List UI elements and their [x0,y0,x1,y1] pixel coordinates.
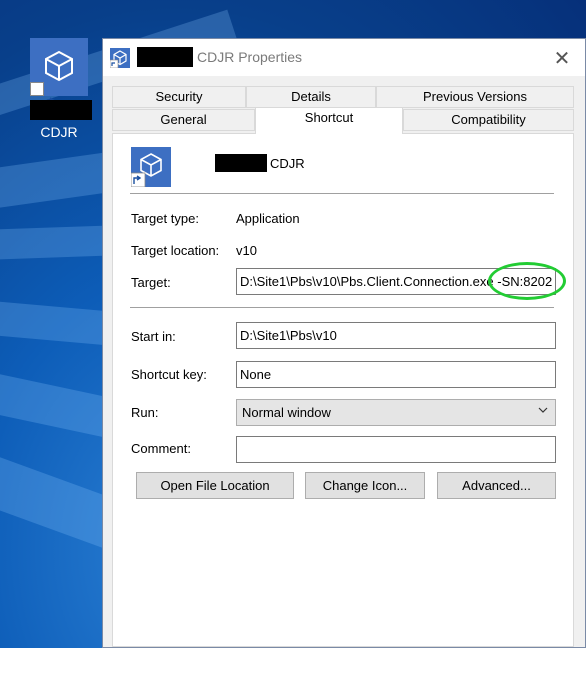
open-file-location-button[interactable]: Open File Location [136,472,294,499]
tab-details[interactable]: Details [246,86,376,108]
properties-dialog: CDJR Properties ✕ Security Details Previ… [102,38,586,648]
screen: CDJR CDJR Properties ✕ Security Details … [0,0,586,678]
dialog-title: CDJR Properties [197,49,303,65]
redacted-title [137,47,193,67]
target-type-value: Application [236,211,300,226]
close-button[interactable]: ✕ [545,43,579,73]
tab-compatibility[interactable]: Compatibility [403,109,574,131]
redacted-label [30,100,92,120]
shortcut-key-field[interactable]: None [236,361,556,388]
start-in-label: Start in: [131,329,176,344]
tab-previous-versions[interactable]: Previous Versions [376,86,574,108]
shortcut-arrow-icon [30,82,55,105]
comment-label: Comment: [131,441,191,456]
target-type-label: Target type: [131,211,199,226]
separator [130,307,554,308]
redacted-name [215,154,267,172]
shortcut-name: CDJR [270,156,305,171]
dialog-client-area: Security Details Previous Versions Gener… [103,76,585,647]
target-field[interactable]: D:\Site1\Pbs\v10\Pbs.Client.Connection.e… [236,268,556,295]
tab-security[interactable]: Security [112,86,246,108]
tab-general[interactable]: General [112,109,255,131]
shortcut-large-icon [130,147,171,188]
title-bar[interactable]: CDJR Properties ✕ [103,39,585,76]
advanced-button[interactable]: Advanced... [437,472,556,499]
target-location-value: v10 [236,243,257,258]
run-select[interactable]: Normal window [236,399,556,426]
start-in-field[interactable]: D:\Site1\Pbs\v10 [236,322,556,349]
run-label: Run: [131,405,159,420]
target-location-label: Target location: [131,243,220,258]
shortcut-key-label: Shortcut key: [131,367,207,382]
close-icon: ✕ [553,47,571,70]
target-label: Target: [131,275,171,290]
cube-icon [109,48,130,69]
shortcut-tab-panel: CDJR Target type: Application Target loc… [112,133,574,647]
cube-icon [45,50,73,82]
run-select-value: Normal window [242,405,331,420]
desktop-shortcut-label: CDJR [40,124,78,140]
desktop-shortcut-cdjr[interactable] [30,38,88,105]
cube-icon [130,153,162,188]
separator [130,193,554,194]
comment-field[interactable] [236,436,556,463]
chevron-down-icon [537,404,549,419]
tab-shortcut[interactable]: Shortcut [255,107,403,134]
change-icon-button[interactable]: Change Icon... [305,472,425,499]
